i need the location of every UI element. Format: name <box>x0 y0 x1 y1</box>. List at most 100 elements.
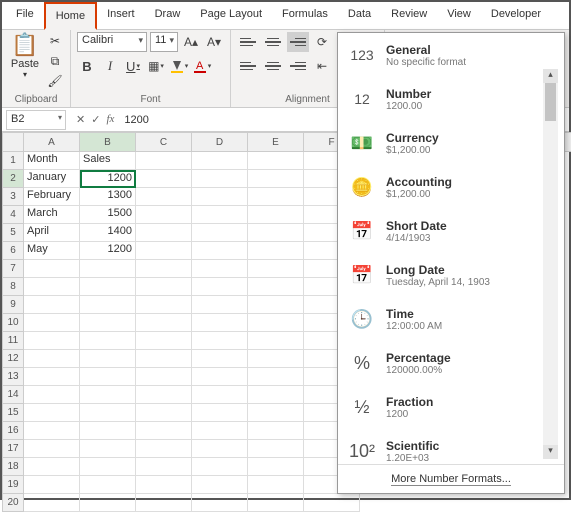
tab-home[interactable]: Home <box>44 2 97 30</box>
cell[interactable] <box>192 494 248 512</box>
cell[interactable] <box>24 368 80 386</box>
insert-function-button[interactable]: fx <box>106 113 114 126</box>
cell[interactable] <box>136 440 192 458</box>
cell[interactable] <box>192 422 248 440</box>
cell[interactable] <box>248 152 304 170</box>
cell[interactable] <box>24 440 80 458</box>
decrease-font-button[interactable]: A▾ <box>204 32 224 52</box>
cell[interactable] <box>248 386 304 404</box>
cell[interactable] <box>80 404 136 422</box>
column-header[interactable]: D <box>192 132 248 152</box>
cell[interactable] <box>192 368 248 386</box>
cell[interactable] <box>24 350 80 368</box>
cell[interactable] <box>192 152 248 170</box>
cell[interactable] <box>136 152 192 170</box>
row-header[interactable]: 2 <box>2 170 24 188</box>
number-format-option-time[interactable]: 🕒Time12:00:00 AM <box>338 297 544 341</box>
cell[interactable] <box>80 440 136 458</box>
cell[interactable]: Month <box>24 152 80 170</box>
cell[interactable] <box>136 242 192 260</box>
cell[interactable] <box>248 170 304 188</box>
number-format-option-fraction[interactable]: ½Fraction1200 <box>338 385 544 429</box>
cell[interactable] <box>24 494 80 512</box>
cell[interactable] <box>192 458 248 476</box>
row-header[interactable]: 13 <box>2 368 24 386</box>
cell[interactable] <box>248 440 304 458</box>
cell[interactable] <box>80 260 136 278</box>
number-format-option-general[interactable]: 123GeneralNo specific format <box>338 33 544 77</box>
cell[interactable] <box>248 242 304 260</box>
row-header[interactable]: 9 <box>2 296 24 314</box>
row-header[interactable]: 17 <box>2 440 24 458</box>
font-name-combo[interactable]: Calibri <box>77 32 147 52</box>
align-left-button[interactable] <box>237 56 259 76</box>
number-format-option-scientific[interactable]: 10²Scientific1.20E+03 <box>338 429 544 464</box>
name-box[interactable]: B2 <box>6 110 66 130</box>
cell[interactable] <box>248 368 304 386</box>
cell[interactable] <box>24 314 80 332</box>
row-header[interactable]: 20 <box>2 494 24 512</box>
row-header[interactable]: 4 <box>2 206 24 224</box>
cell[interactable] <box>192 242 248 260</box>
cell[interactable] <box>80 332 136 350</box>
cell[interactable] <box>136 224 192 242</box>
cell[interactable] <box>136 350 192 368</box>
dropdown-scrollbar[interactable]: ▴▾ <box>543 69 558 459</box>
tab-insert[interactable]: Insert <box>97 2 145 29</box>
align-bottom-button[interactable] <box>287 32 309 52</box>
cut-button[interactable]: ✂ <box>46 32 64 50</box>
cell[interactable] <box>24 278 80 296</box>
column-header[interactable]: E <box>248 132 304 152</box>
cell[interactable] <box>80 386 136 404</box>
cell[interactable] <box>136 206 192 224</box>
cell[interactable] <box>80 278 136 296</box>
cell[interactable] <box>24 332 80 350</box>
cell[interactable] <box>248 188 304 206</box>
number-format-option-short-date[interactable]: 📅Short Date4/14/1903 <box>338 209 544 253</box>
row-header[interactable]: 15 <box>2 404 24 422</box>
cell[interactable]: 1200 <box>80 170 136 188</box>
column-header[interactable]: A <box>24 132 80 152</box>
row-header[interactable]: 19 <box>2 476 24 494</box>
cell[interactable] <box>80 350 136 368</box>
cell[interactable] <box>80 314 136 332</box>
cell[interactable] <box>136 260 192 278</box>
cell[interactable]: Sales <box>80 152 136 170</box>
cell[interactable] <box>80 368 136 386</box>
cell[interactable] <box>80 296 136 314</box>
cell[interactable] <box>136 332 192 350</box>
cell[interactable] <box>136 368 192 386</box>
tab-review[interactable]: Review <box>381 2 437 29</box>
row-header[interactable]: 6 <box>2 242 24 260</box>
cell[interactable] <box>192 476 248 494</box>
font-color-button[interactable]: A <box>192 56 212 76</box>
tab-formulas[interactable]: Formulas <box>272 2 338 29</box>
tab-page-layout[interactable]: Page Layout <box>190 2 272 29</box>
row-header[interactable]: 3 <box>2 188 24 206</box>
cell[interactable]: February <box>24 188 80 206</box>
row-header[interactable]: 12 <box>2 350 24 368</box>
cell[interactable] <box>136 170 192 188</box>
cell[interactable] <box>136 188 192 206</box>
format-painter-button[interactable]: 🖌 <box>46 72 64 90</box>
cell[interactable] <box>24 386 80 404</box>
number-format-option-long-date[interactable]: 📅Long DateTuesday, April 14, 1903 <box>338 253 544 297</box>
row-header[interactable]: 16 <box>2 422 24 440</box>
cell[interactable] <box>80 422 136 440</box>
cell[interactable] <box>192 314 248 332</box>
cell[interactable] <box>136 278 192 296</box>
tab-developer[interactable]: Developer <box>481 2 551 29</box>
cell[interactable] <box>136 476 192 494</box>
cell[interactable] <box>248 404 304 422</box>
align-top-button[interactable] <box>237 32 259 52</box>
cell[interactable] <box>24 404 80 422</box>
cell[interactable] <box>80 476 136 494</box>
cell[interactable] <box>248 422 304 440</box>
cell[interactable] <box>248 206 304 224</box>
row-header[interactable]: 14 <box>2 386 24 404</box>
cell[interactable] <box>80 458 136 476</box>
cell[interactable] <box>192 206 248 224</box>
cell[interactable] <box>248 224 304 242</box>
cell[interactable] <box>24 476 80 494</box>
row-header[interactable]: 11 <box>2 332 24 350</box>
